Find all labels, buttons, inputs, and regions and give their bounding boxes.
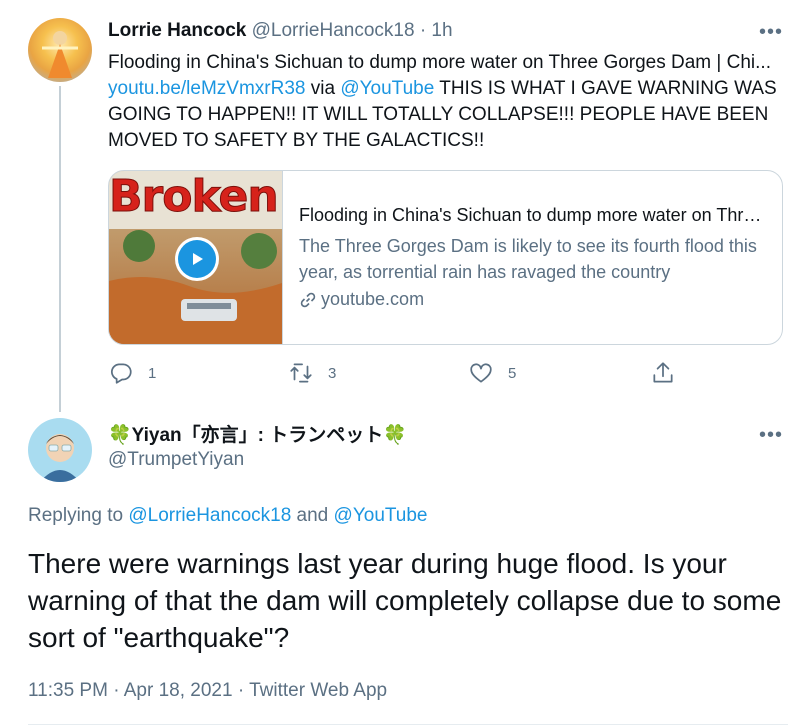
replying-to-and: and — [291, 505, 334, 526]
avatar-figure — [40, 434, 80, 482]
reply-count: 1 — [148, 364, 157, 382]
card-divider — [282, 171, 283, 344]
tweet-timestamp[interactable]: 11:35 PM · Apr 18, 2021 · Twitter Web Ap… — [28, 680, 387, 702]
avatar[interactable] — [28, 418, 92, 482]
reply-author-name[interactable]: 🍀Yiyan「亦言」: トランペット🍀 — [108, 420, 407, 447]
thread-connector-line — [59, 86, 61, 412]
tweet-mention-youtube[interactable]: @YouTube — [340, 78, 434, 99]
card-title: Flooding in China's Sichuan to dump more… — [299, 205, 769, 225]
play-button[interactable] — [175, 237, 219, 281]
more-icon[interactable]: ••• — [759, 425, 783, 445]
retweet-button[interactable]: 3 — [288, 360, 336, 386]
tweet-text-via: via — [305, 78, 341, 99]
author-name[interactable]: Lorrie Hancock — [108, 20, 246, 41]
share-button[interactable] — [650, 360, 676, 386]
tweet-text-start: Flooding in China's Sichuan to dump more… — [108, 52, 771, 73]
card-description-text: The Three Gorges Dam is likely to see it… — [299, 236, 757, 282]
like-count: 5 — [508, 364, 517, 382]
reply-icon — [110, 363, 132, 384]
author-handle[interactable]: @LorrieHancock18 — [252, 20, 415, 41]
link-preview-card[interactable]: Broken Da Flooding in China's Sichuan to… — [108, 170, 783, 345]
tweet-header: Lorrie Hancock @LorrieHancock18 · 1h — [108, 20, 453, 42]
link-icon — [300, 292, 316, 307]
more-icon[interactable]: ••• — [759, 22, 783, 42]
like-icon — [470, 363, 492, 383]
divider — [28, 724, 788, 725]
replying-to-user-youtube[interactable]: @YouTube — [334, 505, 428, 526]
replying-to: Replying to @LorrieHancock18 and @YouTub… — [28, 505, 427, 527]
card-domain: youtube.com — [299, 289, 424, 310]
reply-tweet-text: There were warnings last year during hug… — [28, 548, 782, 653]
thumbnail-caption: Broken Da — [109, 171, 282, 223]
tweet-time[interactable]: · 1h — [420, 20, 453, 41]
reply-author-handle[interactable]: @TrumpetYiyan — [108, 449, 244, 471]
card-domain-text: youtube.com — [321, 289, 425, 309]
play-icon — [178, 240, 216, 278]
tweet-text: Flooding in China's Sichuan to dump more… — [108, 50, 788, 154]
avatar-figure — [42, 31, 78, 78]
replying-to-prefix: Replying to — [28, 505, 129, 526]
share-icon — [653, 362, 673, 383]
tweet-link-youtube-url[interactable]: youtu.be/leMzVmxrR38 — [108, 78, 305, 99]
replying-to-user-lorrie[interactable]: @LorrieHancock18 — [128, 505, 291, 526]
avatar[interactable] — [28, 18, 92, 82]
reply-button[interactable]: 1 — [108, 360, 156, 386]
card-thumbnail[interactable]: Broken Da — [109, 171, 282, 344]
like-button[interactable]: 5 — [468, 360, 516, 386]
retweet-count: 3 — [328, 364, 337, 382]
card-description: The Three Gorges Dam is likely to see it… — [299, 233, 759, 285]
retweet-icon — [290, 363, 312, 383]
